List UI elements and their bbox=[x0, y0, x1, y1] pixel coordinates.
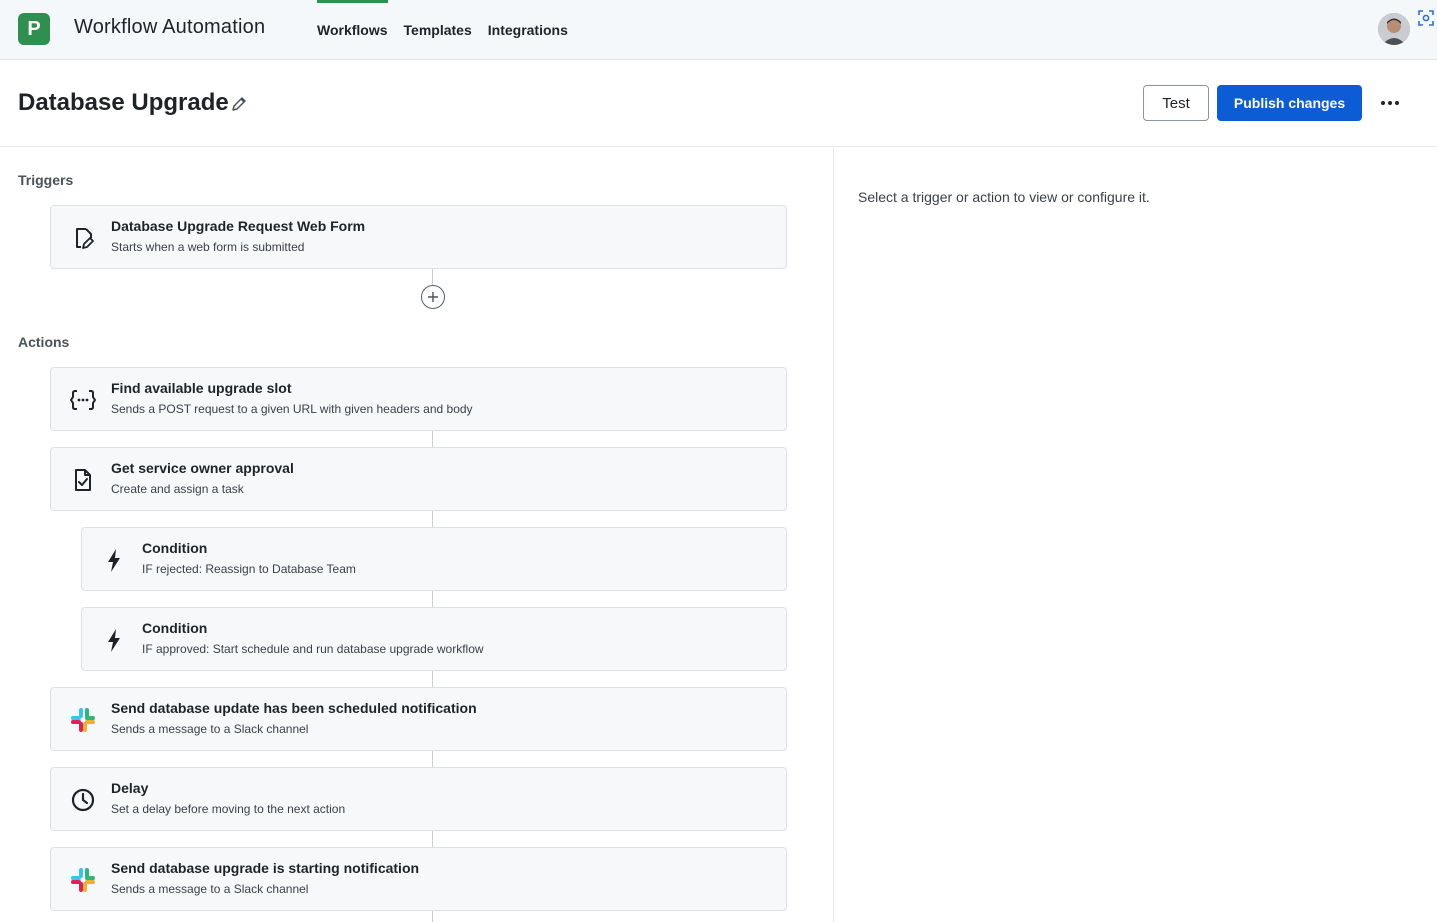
action-card[interactable]: Delay Set a delay before moving to the n… bbox=[50, 767, 787, 831]
avatar[interactable] bbox=[1378, 13, 1410, 45]
tab-workflows[interactable]: Workflows bbox=[309, 0, 396, 60]
actions-section-label: Actions bbox=[18, 334, 70, 350]
connector-line bbox=[432, 671, 433, 687]
card-title: Delay bbox=[111, 780, 149, 796]
connector-line bbox=[432, 831, 433, 847]
connector-line bbox=[432, 751, 433, 767]
card-title: Condition bbox=[142, 540, 208, 556]
action-card[interactable]: Get service owner approval Create and as… bbox=[50, 447, 787, 511]
card-subtitle: Create and assign a task bbox=[111, 482, 244, 496]
card-subtitle: Sends a POST request to a given URL with… bbox=[111, 402, 473, 416]
avatar-image bbox=[1378, 13, 1410, 45]
add-step-button[interactable] bbox=[421, 285, 445, 309]
card-subtitle: Set a delay before moving to the next ac… bbox=[111, 802, 346, 816]
triggers-section-label: Triggers bbox=[18, 172, 74, 188]
http-request-icon bbox=[70, 390, 96, 410]
clock-icon bbox=[71, 788, 95, 812]
task-approval-icon bbox=[75, 469, 91, 491]
screenshot-focus-icon[interactable] bbox=[1417, 9, 1435, 27]
more-options-button[interactable] bbox=[1376, 90, 1404, 116]
card-subtitle: IF rejected: Reassign to Database Team bbox=[142, 562, 356, 576]
card-title: Send database upgrade is starting notifi… bbox=[111, 860, 420, 876]
page-header: Database Upgrade Test Publish changes bbox=[0, 60, 1437, 147]
tab-templates[interactable]: Templates bbox=[396, 0, 480, 60]
lightning-icon bbox=[108, 549, 120, 572]
trigger-card[interactable]: Database Upgrade Request Web Form Starts… bbox=[50, 205, 787, 269]
card-subtitle: Sends a message to a Slack channel bbox=[111, 722, 309, 736]
card-subtitle: Starts when a web form is submitted bbox=[111, 240, 305, 254]
dot bbox=[1388, 101, 1392, 105]
slack-icon bbox=[71, 708, 95, 732]
publish-changes-button[interactable]: Publish changes bbox=[1217, 85, 1362, 121]
connector-line bbox=[432, 431, 433, 447]
card-subtitle: Sends a message to a Slack channel bbox=[111, 882, 309, 896]
workflow-builder: Triggers Database Upgrade Request Web Fo… bbox=[0, 148, 834, 922]
top-bar: P Workflow Automation Workflows Template… bbox=[0, 0, 1437, 60]
lightning-icon bbox=[108, 629, 120, 652]
test-button[interactable]: Test bbox=[1143, 85, 1209, 121]
details-hint: Select a trigger or action to view or co… bbox=[858, 189, 1150, 205]
action-card[interactable]: Find available upgrade slot Sends a POST… bbox=[50, 367, 787, 431]
card-title: Find available upgrade slot bbox=[111, 380, 292, 396]
card-subtitle: IF approved: Start schedule and run data… bbox=[142, 642, 484, 656]
action-card[interactable]: Send database update has been scheduled … bbox=[50, 687, 787, 751]
details-panel: Select a trigger or action to view or co… bbox=[835, 148, 1437, 922]
card-title: Get service owner approval bbox=[111, 460, 294, 476]
connector-line bbox=[432, 269, 433, 285]
plus-icon bbox=[428, 292, 438, 302]
dot bbox=[1395, 101, 1399, 105]
condition-card[interactable]: Condition IF rejected: Reassign to Datab… bbox=[81, 527, 787, 591]
app-logo[interactable]: P bbox=[18, 13, 50, 45]
main-nav: Workflows Templates Integrations bbox=[309, 0, 576, 60]
action-card[interactable]: Send database upgrade is starting notifi… bbox=[50, 847, 787, 911]
page-title: Database Upgrade bbox=[18, 89, 229, 116]
dot bbox=[1381, 101, 1385, 105]
card-title: Database Upgrade Request Web Form bbox=[111, 218, 366, 234]
web-form-icon bbox=[76, 228, 94, 249]
tab-integrations[interactable]: Integrations bbox=[480, 0, 576, 60]
condition-card[interactable]: Condition IF approved: Start schedule an… bbox=[81, 607, 787, 671]
pencil-icon[interactable] bbox=[230, 95, 248, 113]
connector-line bbox=[432, 511, 433, 527]
slack-icon bbox=[71, 868, 95, 892]
connector-line bbox=[432, 591, 433, 607]
connector-line bbox=[432, 911, 433, 922]
card-title: Send database update has been scheduled … bbox=[111, 700, 477, 716]
app-logo-letter: P bbox=[27, 17, 41, 40]
card-title: Condition bbox=[142, 620, 208, 636]
app-title: Workflow Automation bbox=[74, 16, 266, 38]
